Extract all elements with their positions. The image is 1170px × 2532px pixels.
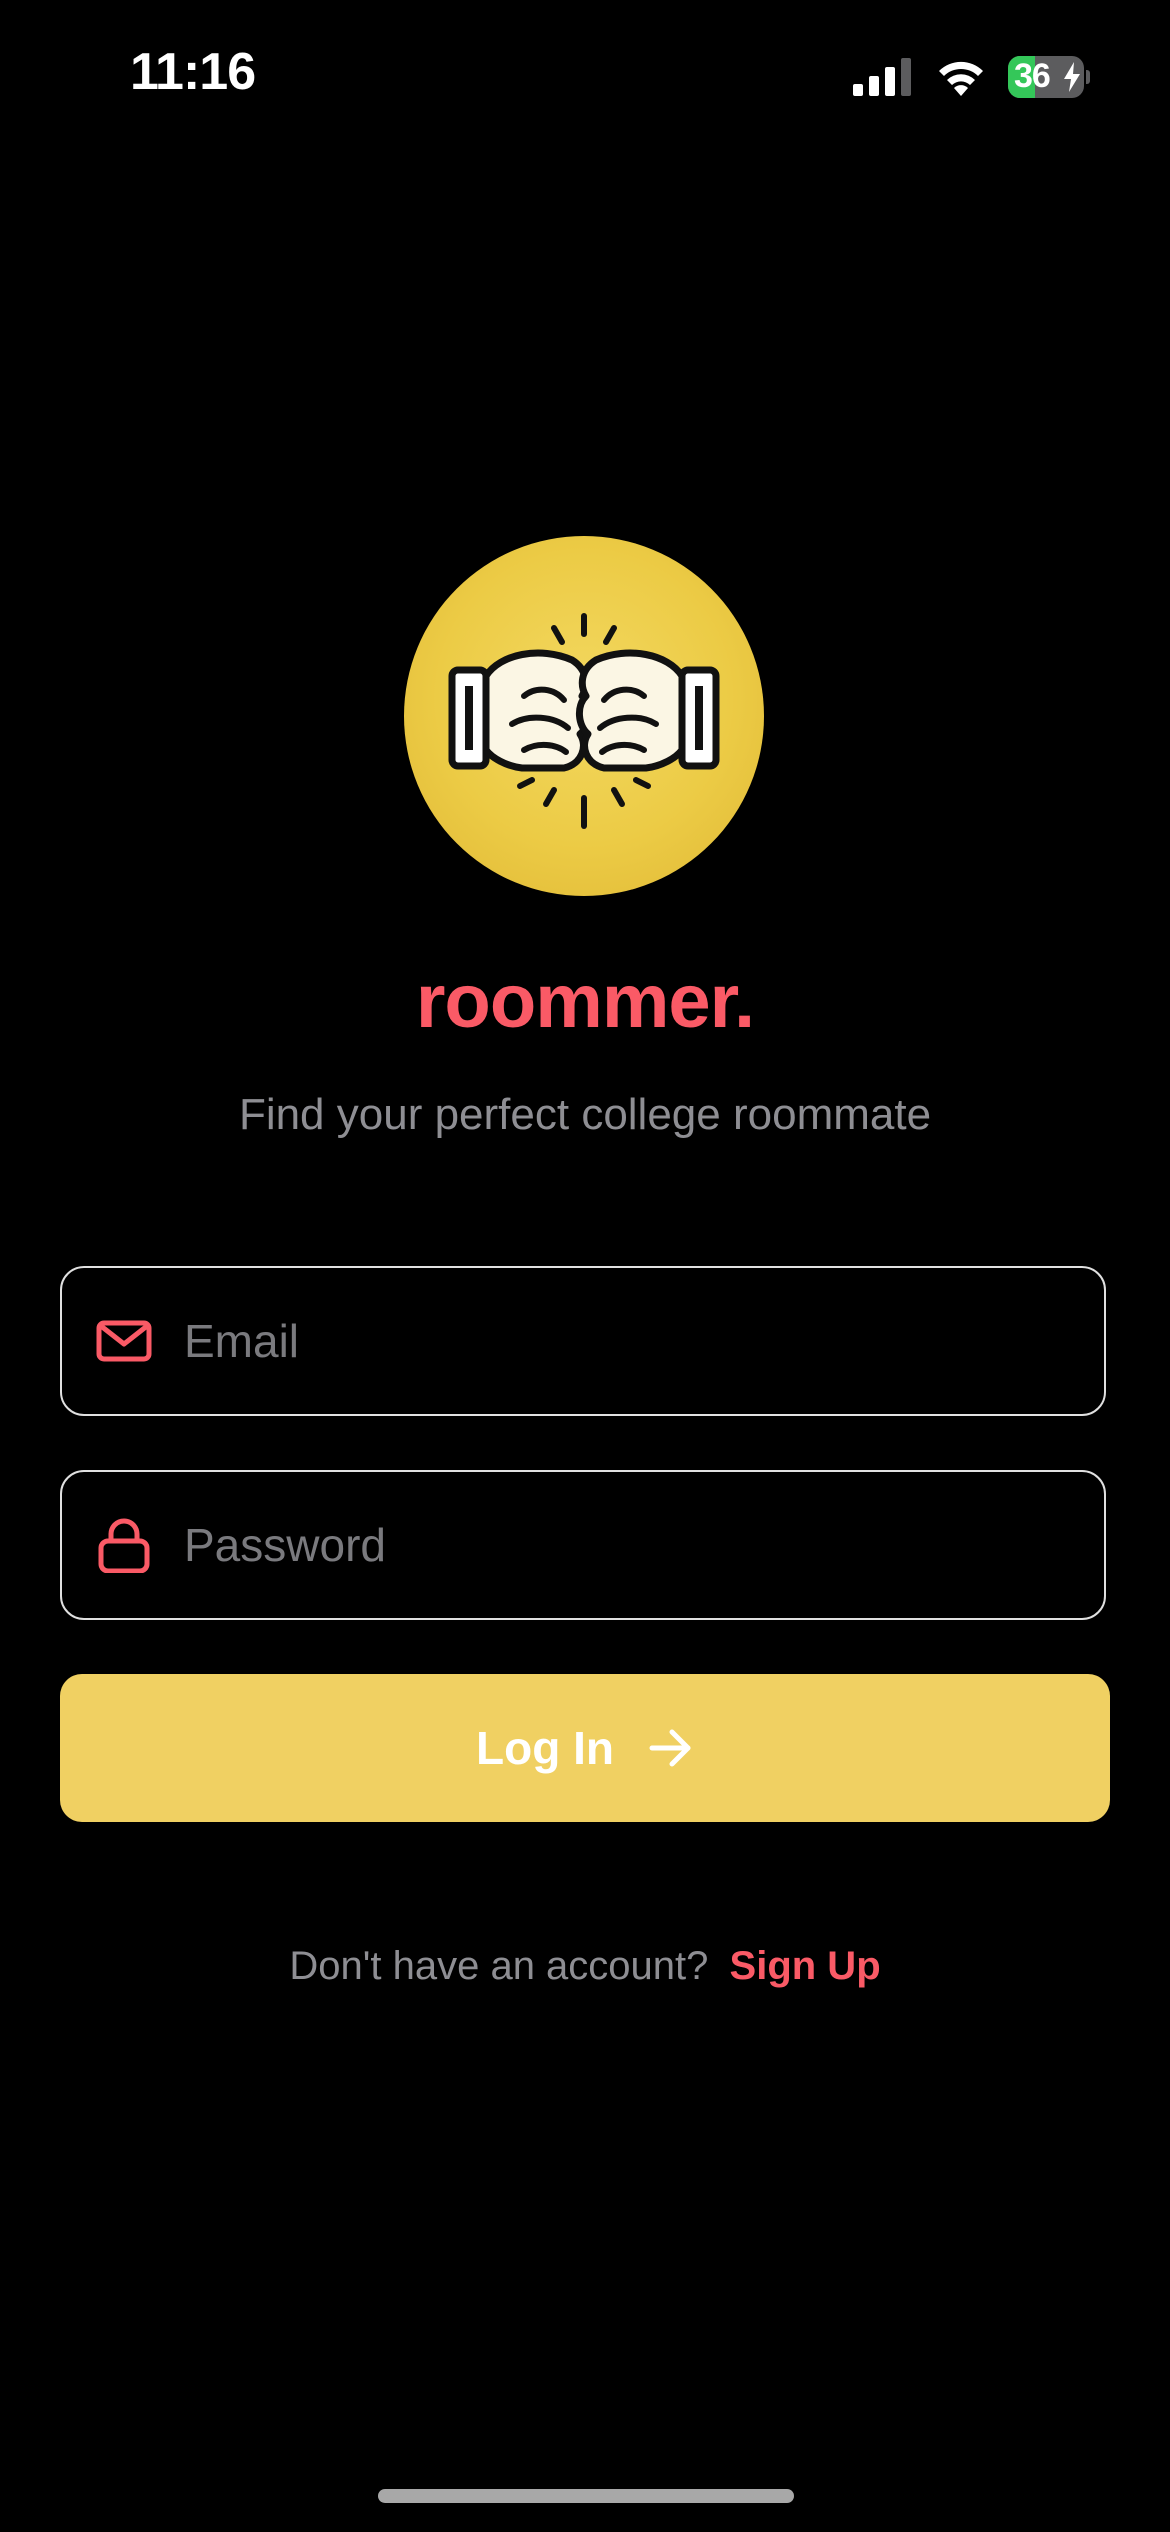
login-button[interactable]: Log In [60, 1674, 1110, 1822]
lock-icon [98, 1518, 150, 1573]
battery-charging-icon: 36 [1008, 56, 1090, 98]
login-button-label: Log In [476, 1722, 614, 1774]
signup-link[interactable]: Sign Up [730, 1944, 881, 1988]
password-input[interactable] [184, 1472, 1064, 1618]
fist-bump-logo [448, 613, 720, 829]
home-indicator[interactable] [378, 2489, 794, 2503]
email-input[interactable] [184, 1268, 1064, 1414]
app-name: roommer. [415, 959, 755, 1044]
tagline: Find your perfect college roommate [238, 1090, 932, 1139]
email-field[interactable] [60, 1266, 1106, 1416]
app-logo [404, 536, 764, 896]
bolt-icon [1064, 62, 1080, 92]
status-bar: 11:16 36 [0, 0, 1170, 150]
cellular-signal-icon [853, 58, 911, 96]
mail-icon [96, 1320, 152, 1362]
signup-prompt: Don't have an account? [289, 1944, 709, 1988]
wifi-icon [939, 61, 983, 96]
arrow-right-icon [649, 1729, 691, 1767]
password-field[interactable] [60, 1470, 1106, 1620]
signup-row: Don't have an account? Sign Up [0, 1944, 1170, 1989]
battery-level: 36 [1014, 57, 1051, 95]
status-time: 11:16 [130, 43, 256, 101]
